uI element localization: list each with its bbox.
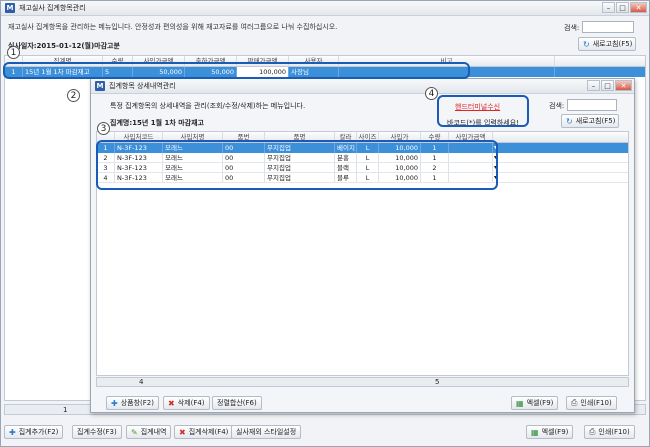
detail-excel-label: 엑셀(F9)	[526, 399, 554, 407]
main-title: 재고실사 집계항목관리	[19, 4, 86, 12]
main-footer-count: 1	[63, 406, 68, 414]
detail-search-input[interactable]	[567, 99, 617, 111]
callout-number-4: 4	[425, 87, 438, 100]
sort-sum-button[interactable]: 정렬합산(F6)	[212, 396, 262, 410]
detail-excel-button[interactable]: ▦ 엑셀(F9)	[511, 396, 559, 410]
delete-icon: ✖	[179, 427, 186, 437]
callout-number-1: 1	[7, 46, 20, 59]
style-setting-button[interactable]: 실사재외 스타일설정	[231, 425, 302, 439]
add-group-label: 집계추가(F2)	[18, 428, 59, 436]
detail-close-button[interactable]: ✕	[615, 80, 632, 91]
edit-group-button[interactable]: 집계수정(F3)	[72, 425, 122, 439]
detail-search-label: 검색:	[549, 102, 565, 110]
detail-app-icon: M	[95, 81, 105, 91]
print-icon: ⎙	[571, 398, 578, 407]
detail-title: 집계항목 상세내역관리	[109, 82, 176, 90]
print-icon: ⎙	[589, 427, 596, 436]
refresh-icon: ↻	[583, 39, 590, 49]
main-search-label: 검색:	[564, 24, 580, 32]
detail-print-label: 인쇄(F10)	[580, 399, 612, 407]
main-description: 재고실사 집계항목을 관리하는 메뉴입니다. 안정성과 편의성을 위해 재고자료…	[8, 23, 338, 31]
main-search-input[interactable]	[582, 21, 634, 33]
callout-box-1	[3, 62, 470, 79]
detail-footer-count: 4	[139, 378, 144, 386]
main-excel-button[interactable]: ▦ 엑셀(F9)	[526, 425, 574, 439]
main-print-label: 인쇄(F10)	[598, 428, 630, 436]
sort-sum-label: 정렬합산(F6)	[217, 399, 257, 407]
callout-number-3: 3	[97, 122, 110, 135]
detail-group-name: 집계명:15년 1월 1차 마감재고	[110, 119, 204, 127]
detail-refresh-button[interactable]: ↻ 새로고침(F5)	[561, 114, 619, 128]
excel-icon: ▦	[531, 427, 539, 437]
main-excel-label: 엑셀(F9)	[541, 428, 569, 436]
delete-icon: ✖	[168, 398, 175, 408]
detail-maximize-button[interactable]: □	[601, 80, 614, 91]
maximize-button[interactable]: □	[616, 2, 629, 13]
detail-description: 특정 집계항목의 상세내역을 관리(조회/수정/삭제)하는 메뉴입니다.	[110, 102, 306, 110]
detail-titlebar: M 집계항목 상세내역관리 – □ ✕	[91, 79, 634, 94]
delete-group-label: 집계삭제(F4)	[188, 428, 229, 436]
callout-box-3	[96, 140, 498, 190]
date-info: 실사일자:2015-01-12(월)마감고분	[8, 42, 120, 50]
edit-group-label: 집계수정(F3)	[77, 428, 117, 436]
style-setting-label: 실사재외 스타일설정	[236, 428, 297, 436]
main-titlebar: M 재고실사 집계항목관리 – □ ✕	[1, 1, 649, 16]
refresh-icon: ↻	[566, 116, 573, 126]
product-window-label: 상품창(F2)	[120, 399, 154, 407]
group-detail-button[interactable]: ✎ 집계내역	[126, 425, 172, 439]
main-refresh-label: 새로고침(F5)	[592, 40, 633, 48]
app-icon: M	[5, 3, 15, 13]
main-print-button[interactable]: ⎙ 인쇄(F10)	[584, 425, 635, 439]
minimize-button[interactable]: –	[602, 2, 615, 13]
callout-number-2: 2	[67, 89, 80, 102]
detail-minimize-button[interactable]: –	[587, 80, 600, 91]
pencil-icon: ✎	[131, 427, 138, 437]
delete-group-button[interactable]: ✖ 집계삭제(F4)	[174, 425, 234, 439]
detail-grid-footer: 4 5	[96, 377, 629, 387]
add-group-button[interactable]: ✚ 집계추가(F2)	[4, 425, 64, 439]
callout-box-4	[437, 95, 529, 127]
group-detail-label: 집계내역	[140, 428, 167, 436]
detail-delete-label: 삭제(F4)	[177, 399, 205, 407]
plus-icon: ✚	[9, 427, 16, 437]
main-refresh-button[interactable]: ↻ 새로고침(F5)	[578, 37, 636, 51]
plus-icon: ✚	[111, 398, 118, 408]
detail-delete-button[interactable]: ✖ 삭제(F4)	[163, 396, 210, 410]
detail-print-button[interactable]: ⎙ 인쇄(F10)	[566, 396, 617, 410]
detail-refresh-label: 새로고침(F5)	[575, 117, 616, 125]
detail-footer-qty: 5	[435, 378, 440, 386]
close-button[interactable]: ✕	[630, 2, 647, 13]
product-window-button[interactable]: ✚ 상품창(F2)	[106, 396, 159, 410]
excel-icon: ▦	[516, 398, 524, 408]
